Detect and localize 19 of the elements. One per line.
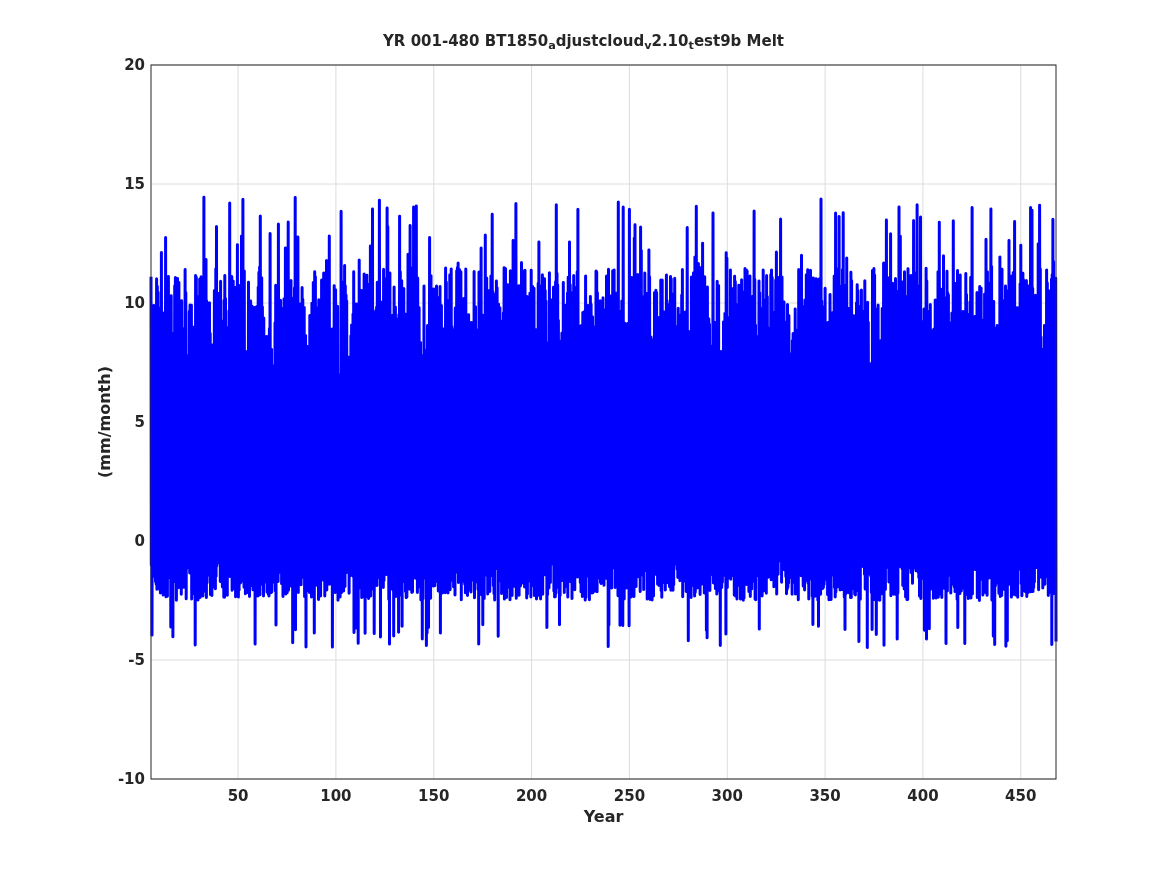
tick-label: -5 [128,651,145,669]
tick-label: 100 [320,787,352,805]
tick-label: 15 [124,175,145,193]
tick-label: 50 [227,787,249,805]
tick-label: 400 [907,787,939,805]
tick-label: 250 [613,787,646,805]
tick-label: 350 [809,787,841,805]
tick-label: 5 [134,413,145,431]
tick-label: 20 [124,56,145,74]
axis-label: (mm/month) [95,366,114,478]
tick-label: 0 [134,532,145,550]
tick-label: -10 [117,770,145,788]
axis-label: Year [583,807,624,826]
tick-label: 300 [711,787,743,805]
tick-label: 150 [418,787,450,805]
tick-label: 450 [1005,787,1037,805]
chart-title: YR 001-480 BT1850$_{a}$djustcloud$_{v}$2.10$_{t}$est9b Melt [383,31,784,53]
tick-label: 10 [124,294,145,312]
tick-label: 200 [515,787,548,805]
